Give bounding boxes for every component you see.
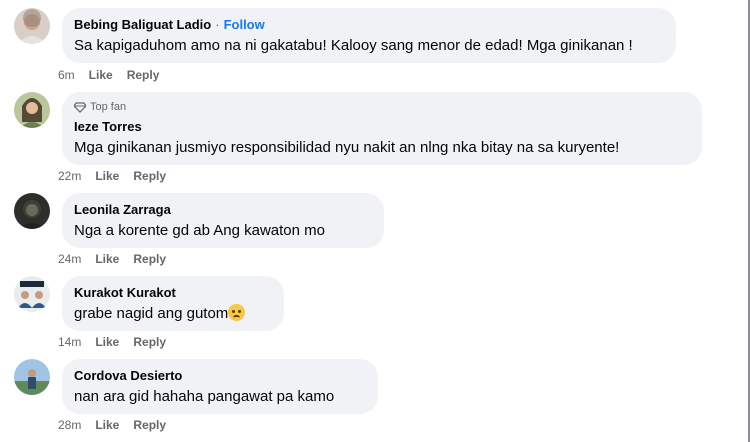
- separator-dot: ·: [215, 17, 220, 32]
- comment-bubble: Kurakot Kurakot grabe nagid ang gutom: [62, 276, 284, 331]
- avatar[interactable]: [14, 193, 50, 229]
- author-name[interactable]: Cordova Desierto: [74, 368, 182, 383]
- comment-bubble: Cordova Desierto nan ara gid hahaha pang…: [62, 359, 378, 414]
- comment-bubble: Leonila Zarraga Nga a korente gd ab Ang …: [62, 193, 384, 248]
- reply-button[interactable]: Reply: [127, 68, 160, 82]
- reply-button[interactable]: Reply: [133, 418, 166, 432]
- comment-actions: 14m Like Reply: [58, 335, 180, 349]
- comment-text: Sa kapigaduhom amo na ni gakatabu! Kaloo…: [74, 37, 633, 54]
- timestamp[interactable]: 24m: [58, 252, 81, 266]
- author-name[interactable]: Kurakot Kurakot: [74, 285, 176, 300]
- comment-bubble: Bebing Baliguat Ladio · Follow Sa kapigadu…: [62, 8, 676, 63]
- diamond-icon: [74, 102, 86, 113]
- like-button[interactable]: Like: [95, 335, 119, 349]
- timestamp[interactable]: 6m: [58, 68, 75, 82]
- like-button[interactable]: Like: [89, 68, 113, 82]
- like-button[interactable]: Like: [95, 418, 119, 432]
- comment-text: grabe nagid ang gutom: [74, 305, 229, 322]
- comment-actions: 28m Like Reply: [58, 418, 180, 432]
- comment-text: Nga a korente gd ab Ang kawaton mo: [74, 222, 326, 239]
- timestamp[interactable]: 22m: [58, 169, 81, 183]
- comment-bubble: Top fan Ieze Torres Mga ginikanan jusmiy…: [62, 92, 702, 165]
- comment-actions: 22m Like Reply: [58, 169, 180, 183]
- avatar[interactable]: [14, 92, 50, 128]
- timestamp[interactable]: 14m: [58, 335, 81, 349]
- like-button[interactable]: Like: [95, 252, 119, 266]
- comment-text-row: grabe nagid ang gutom: [74, 304, 272, 324]
- author-name[interactable]: Ieze Torres: [74, 119, 142, 134]
- top-fan-label: Top fan: [90, 101, 127, 113]
- crying-face-icon: [228, 304, 246, 321]
- comment-text: Mga ginikanan jusmiyo responsibilidad ny…: [74, 139, 620, 156]
- comment-actions: 6m Like Reply: [58, 68, 173, 82]
- avatar[interactable]: [14, 8, 50, 44]
- avatar[interactable]: [14, 359, 50, 395]
- author-name[interactable]: Leonila Zarraga: [74, 202, 171, 217]
- like-button[interactable]: Like: [95, 169, 119, 183]
- comment-actions: 24m Like Reply: [58, 252, 180, 266]
- follow-button[interactable]: Follow: [224, 17, 265, 32]
- reply-button[interactable]: Reply: [133, 169, 166, 183]
- author-name[interactable]: Bebing Baliguat Ladio: [74, 17, 211, 32]
- comment-text: nan ara gid hahaha pangawat pa kamo: [74, 388, 335, 405]
- avatar[interactable]: [14, 276, 50, 312]
- reply-button[interactable]: Reply: [133, 335, 166, 349]
- timestamp[interactable]: 28m: [58, 418, 81, 432]
- reply-button[interactable]: Reply: [133, 252, 166, 266]
- top-fan-badge: Top fan: [74, 100, 690, 115]
